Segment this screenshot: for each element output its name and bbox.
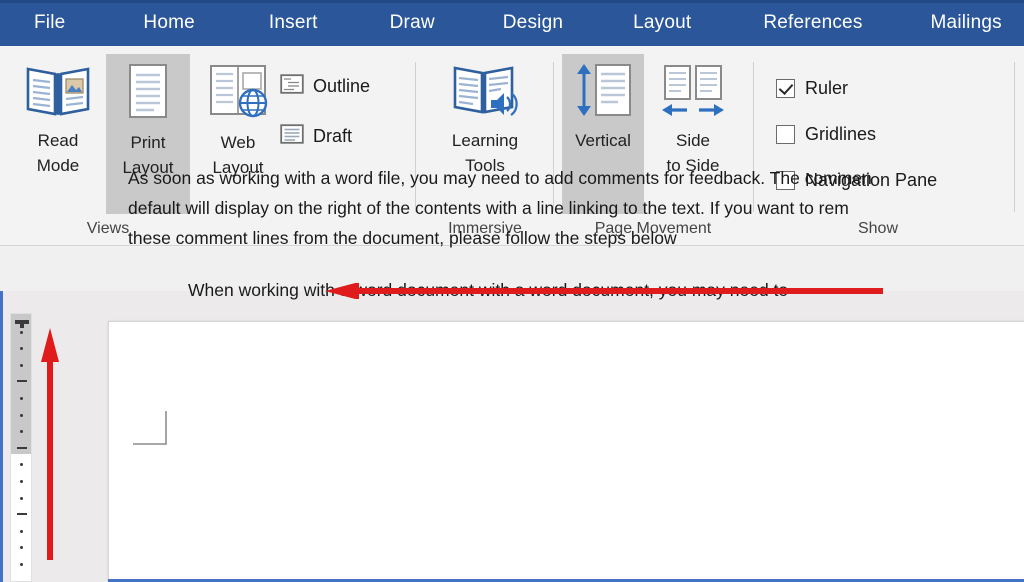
document-paragraph1-line1: As soon as working with a word file, you… — [128, 168, 872, 188]
document-page[interactable] — [108, 321, 1024, 582]
tab-draw[interactable]: Draw — [390, 12, 435, 34]
side-to-side-icon — [660, 62, 726, 125]
side-to-side-label-line1: Side — [675, 130, 711, 150]
gridlines-checkbox-row[interactable]: Gridlines — [776, 124, 876, 145]
gridlines-checkbox[interactable] — [776, 125, 795, 144]
word-window: File Home Insert Draw Design Layout Refe… — [0, 0, 1024, 582]
vertical-indent-marker[interactable] — [14, 316, 30, 334]
ruler-checkbox[interactable] — [776, 79, 795, 98]
print-layout-label-line1: Print — [130, 132, 166, 152]
vertical-label: Vertical — [575, 130, 631, 150]
draft-label: Draft — [313, 126, 353, 146]
draft-button[interactable]: Draft — [280, 124, 352, 149]
learning-tools-icon — [451, 62, 519, 125]
ribbon-separator-4 — [1014, 62, 1015, 212]
print-layout-icon — [121, 62, 175, 127]
web-layout-label-line1: Web — [220, 132, 256, 152]
learning-tools-label-line1: Learning — [451, 130, 519, 150]
tab-mailings[interactable]: Mailings — [931, 12, 1002, 34]
gridlines-label: Gridlines — [805, 124, 877, 144]
document-paragraph1-line2: default will display on the right of the… — [128, 198, 849, 218]
tab-layout[interactable]: Layout — [633, 12, 691, 34]
ribbon-tab-bar: File Home Insert Draw Design Layout Refe… — [0, 0, 1024, 46]
outline-label: Outline — [313, 76, 371, 96]
web-layout-icon — [205, 62, 271, 127]
vertical-ruler[interactable] — [10, 313, 32, 582]
ruler-checkbox-row[interactable]: Ruler — [776, 78, 848, 99]
read-mode-button[interactable]: Read Mode — [16, 54, 100, 214]
read-mode-icon — [25, 62, 91, 125]
tab-design[interactable]: Design — [503, 12, 563, 34]
document-paragraph1-line3: these comment lines from the document, p… — [128, 228, 677, 248]
document-canvas[interactable] — [0, 291, 1024, 582]
tab-references[interactable]: References — [763, 12, 862, 34]
tab-insert[interactable]: Insert — [269, 12, 318, 34]
outline-button[interactable]: Outline — [280, 74, 370, 99]
read-mode-label-line2: Mode — [36, 156, 80, 176]
outline-icon — [280, 74, 304, 99]
annotation-arrow-horizontal — [325, 282, 883, 300]
draft-icon — [280, 124, 304, 149]
read-mode-label-line1: Read — [37, 130, 79, 150]
annotation-arrow-vertical — [41, 328, 59, 560]
text-margin-corner-marker — [132, 410, 168, 446]
ruler-label: Ruler — [805, 78, 849, 98]
tab-file[interactable]: File — [34, 12, 65, 34]
tab-home[interactable]: Home — [143, 12, 194, 34]
vertical-scroll-icon — [572, 62, 634, 125]
